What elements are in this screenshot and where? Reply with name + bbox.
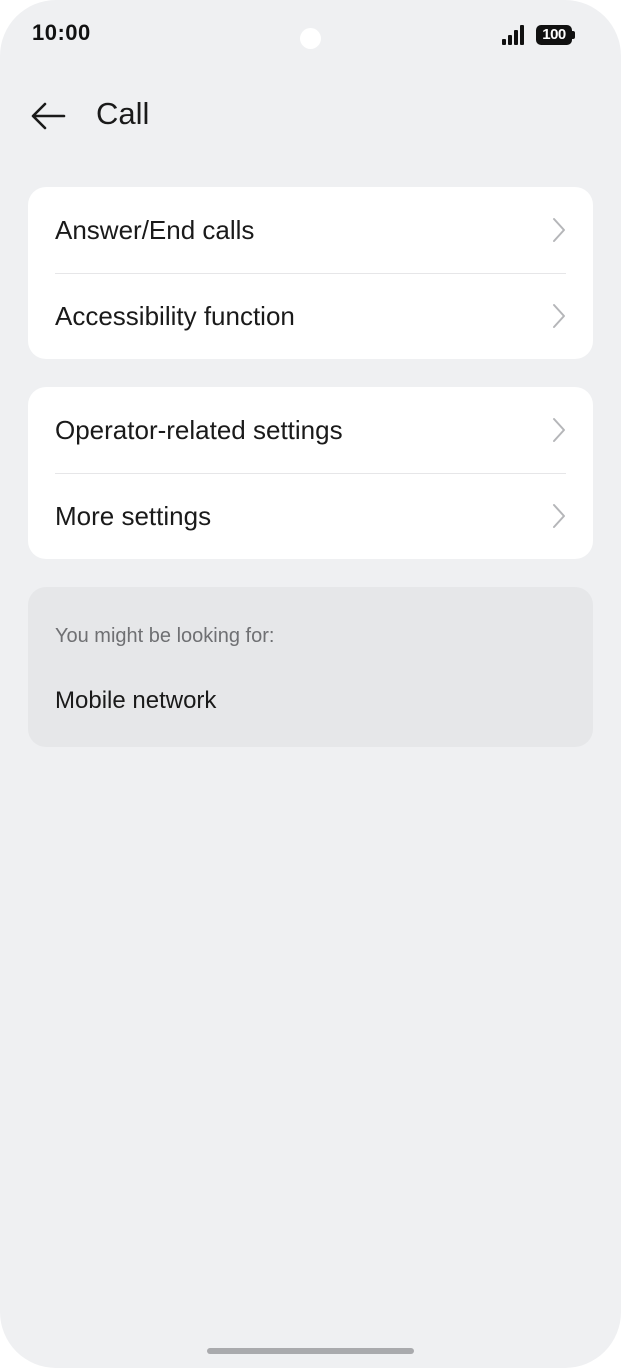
battery-icon: 100 bbox=[536, 25, 576, 45]
page-title: Call bbox=[96, 96, 150, 131]
back-button[interactable] bbox=[24, 92, 72, 140]
suggestions-caption: You might be looking for: bbox=[55, 625, 275, 647]
chevron-right-icon bbox=[553, 304, 565, 328]
settings-item-answer-end-calls[interactable]: Answer/End calls bbox=[28, 187, 593, 274]
settings-group-operator: Operator-related settings More settings bbox=[28, 387, 593, 559]
suggestions-card: You might be looking for: Mobile network bbox=[28, 587, 593, 747]
settings-group-calls: Answer/End calls Accessibility function bbox=[28, 187, 593, 359]
settings-item-label: Accessibility function bbox=[55, 301, 295, 331]
settings-item-operator-related-settings[interactable]: Operator-related settings bbox=[28, 387, 593, 474]
status-time: 10:00 bbox=[32, 20, 91, 45]
settings-item-label: More settings bbox=[55, 501, 212, 531]
settings-screen: 10:00 100 Call Answer/End calls Accessib… bbox=[0, 0, 621, 1368]
suggestion-link-mobile-network[interactable]: Mobile network bbox=[55, 687, 216, 715]
settings-item-accessibility-function[interactable]: Accessibility function bbox=[28, 273, 593, 359]
chevron-right-icon bbox=[553, 504, 565, 528]
settings-item-label: Operator-related settings bbox=[55, 415, 343, 445]
home-indicator[interactable] bbox=[207, 1348, 414, 1354]
status-bar: 10:00 100 bbox=[0, 0, 621, 70]
chevron-right-icon bbox=[553, 218, 565, 242]
front-camera bbox=[300, 28, 321, 49]
settings-item-more-settings[interactable]: More settings bbox=[28, 473, 593, 559]
signal-bars-icon bbox=[502, 25, 526, 45]
settings-item-label: Answer/End calls bbox=[55, 215, 255, 245]
chevron-right-icon bbox=[553, 418, 565, 442]
arrow-left-icon bbox=[31, 102, 66, 130]
battery-level: 100 bbox=[536, 25, 572, 45]
